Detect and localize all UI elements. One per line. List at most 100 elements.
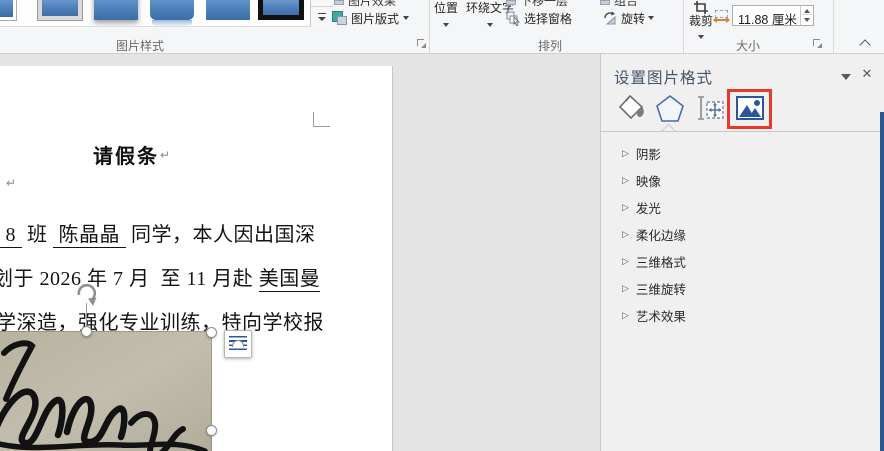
picture-style-thumbnail[interactable] [0,0,16,20]
selection-pane-icon [506,11,521,26]
rotate-label: 旋转 [621,10,645,27]
layout-properties-icon [696,94,726,124]
expand-triangle-icon: ▷ [622,202,629,213]
picture-style-thumbnail[interactable] [94,0,138,20]
signature-image[interactable] [0,331,212,451]
rotation-handle-stem [86,303,87,328]
expand-triangle-icon: ▷ [622,175,629,186]
picture-style-thumbnail[interactable] [38,0,82,20]
expand-triangle-icon: ▷ [622,148,629,159]
chevron-down-icon [648,16,654,20]
pane-section-三维旋转[interactable]: ▷三维旋转 [601,275,884,302]
size-group-label: 大小 [700,37,796,51]
doc-text: 同学，本人因出国深 [126,224,316,246]
picture-effects-label: 图片效果 [348,0,396,6]
selection-pane-label: 选择窗格 [524,10,572,27]
doc-text: 划于 2026 年 7 月 至 11 月赴 [0,268,259,290]
picture-layout-button[interactable]: 图片版式 [332,9,409,27]
layout-options-button[interactable] [224,330,252,358]
group-separator [833,0,834,53]
thumbnail-image [0,0,13,17]
thumbnail-image [94,0,138,20]
pane-section-艺术效果[interactable]: ▷ 艺术效果 [601,302,884,329]
pane-section-柔化边缘[interactable]: ▷柔化边缘 [601,221,884,248]
arrange-group-label: 排列 [490,37,610,51]
rotation-handle[interactable] [74,281,99,306]
pane-section-发光[interactable]: ▷ 发光 [601,194,884,221]
doc-line-2[interactable]: 划于 2026 年 7 月 至 11 月赴 美国曼 [0,262,320,291]
position-button[interactable]: 位置 [428,1,464,27]
group-button-clipped[interactable]: 组合 [600,0,660,6]
resize-handle-right[interactable] [206,425,217,436]
pilcrow-mark: ↵ [160,148,170,162]
thumbnail-image [150,0,194,20]
gallery-more-button[interactable] [311,8,333,26]
picture-style-thumbnail[interactable] [150,0,194,20]
pane-section-label: 三维格式 [636,252,686,271]
pane-section-label: 阴影 [636,144,661,163]
picture-styles-group-label: 图片样式 [60,37,220,51]
picture-style-thumbnail[interactable] [206,0,250,20]
window-edge-accent [880,112,884,451]
rotate-arrow-icon [74,281,99,306]
document-title[interactable]: 请假条 [93,140,159,169]
collapse-ribbon-button[interactable] [856,36,876,52]
pilcrow-mark: ↵ [6,176,16,190]
group-separator [683,0,684,53]
pane-options-button[interactable] [839,71,853,83]
spinner-down-button[interactable] [801,16,814,25]
shape-width-field[interactable]: 11.88 厘米 [732,5,814,26]
crop-label: 裁剪 [686,15,716,28]
resize-handle-top-right[interactable] [206,327,217,338]
pane-section-label: 艺术效果 [636,306,686,325]
doc-line-1[interactable]: 8 班 陈晶晶 同学，本人因出国深 [0,218,316,247]
crop-button[interactable]: 裁剪 [686,1,716,27]
pane-section-阴影[interactable]: ▷ 阴影 [601,140,884,167]
margin-corner-mark [313,112,330,127]
pentagon-effects-icon [655,94,685,124]
picture-styles-dialog-launcher[interactable] [417,39,427,49]
send-backward-button-clipped[interactable]: 下移一层 [506,0,586,6]
pane-section-映像[interactable]: ▷ 映像 [601,167,884,194]
tab-effects[interactable] [655,94,685,124]
tab-divider-line [601,131,884,132]
panel-sections: ▷阴影▷映像▷发光▷柔化边缘▷三维格式▷三维旋转▷艺术效果 [601,140,884,329]
pane-section-label: 发光 [636,198,661,217]
pane-section-label: 映像 [636,171,661,190]
group-separator [429,0,430,53]
spinner-up-button[interactable] [801,6,814,15]
rotate-button[interactable]: 旋转 [603,10,654,26]
send-backward-icon [506,0,516,5]
selection-pane-button[interactable]: 选择窗格 [506,10,572,26]
tab-fill-and-line[interactable] [616,94,646,124]
expand-triangle-icon: ▷ [622,229,629,240]
shape-width-value: 11.88 厘米 [738,9,797,28]
picture-layout-label: 图片版式 [351,10,399,27]
picture-effects-button-clipped[interactable]: 图片效果 [334,0,424,6]
chevron-down-icon [443,23,449,27]
expand-triangle-icon: ▷ [622,283,629,294]
pane-close-button[interactable]: ✕ [859,66,875,82]
tab-layout-and-properties[interactable] [696,94,726,124]
size-dialog-launcher[interactable] [813,39,823,49]
thumbnail-image [206,0,250,20]
expand-triangle-icon: ▷ [622,310,629,321]
picture-styles-gallery [0,0,310,27]
doc-text: 班 [22,224,54,246]
format-picture-pane: 设置图片格式 ✕ ▷阴影▷映像▷发光▷柔化边缘▷三维格式▷三维旋转 [600,54,884,451]
group-objects-icon [600,0,610,5]
chevron-down-icon [487,23,493,27]
crop-icon [693,1,709,15]
thumbnail-image [42,0,78,16]
gallery-scroll-up-clipped[interactable] [311,0,333,7]
resize-handle-top[interactable] [81,326,92,337]
more-icon [318,13,326,14]
ribbon: 图片效果 图片版式 位置 环绕文字 下移一层 选择窗格 组合 [0,0,884,54]
picture-style-thumbnail[interactable] [258,0,304,20]
picture-layout-icon [332,11,347,25]
position-label: 位置 [428,1,464,16]
thumbnail-image [263,0,299,15]
fill-bucket-icon [616,94,646,124]
pane-section-三维格式[interactable]: ▷三维格式 [601,248,884,275]
pane-title: 设置图片格式 [614,66,713,88]
